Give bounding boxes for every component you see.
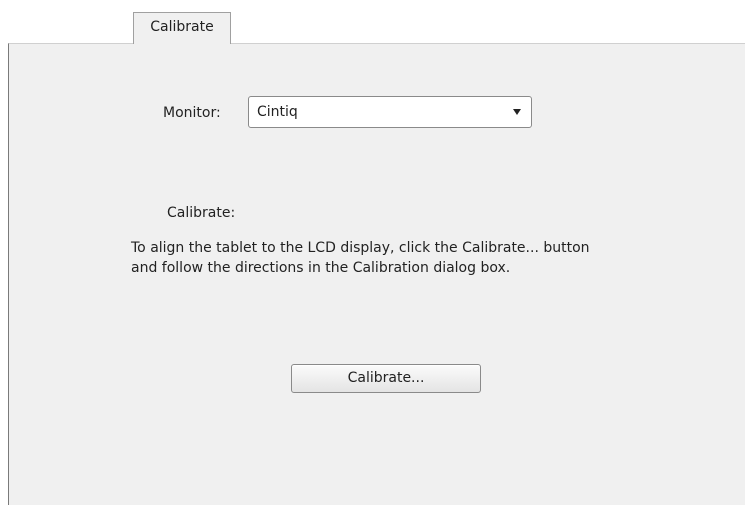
monitor-label: Monitor: (163, 105, 221, 121)
calibrate-heading: Calibrate: (167, 205, 236, 221)
chevron-down-icon[interactable] (513, 109, 521, 115)
calibration-instructions: To align the tablet to the LCD display, … (131, 238, 691, 278)
instruction-line-2: and follow the directions in the Calibra… (131, 260, 511, 276)
tab-calibrate-label: Calibrate (150, 19, 214, 35)
calibrate-button[interactable]: Calibrate... (291, 364, 481, 393)
monitor-select[interactable]: Cintiq (248, 96, 532, 128)
monitor-select-value: Cintiq (257, 104, 298, 120)
tab-calibrate[interactable]: Calibrate (133, 12, 231, 44)
instruction-line-1: To align the tablet to the LCD display, … (131, 240, 590, 256)
calibrate-button-label: Calibrate... (347, 370, 425, 386)
